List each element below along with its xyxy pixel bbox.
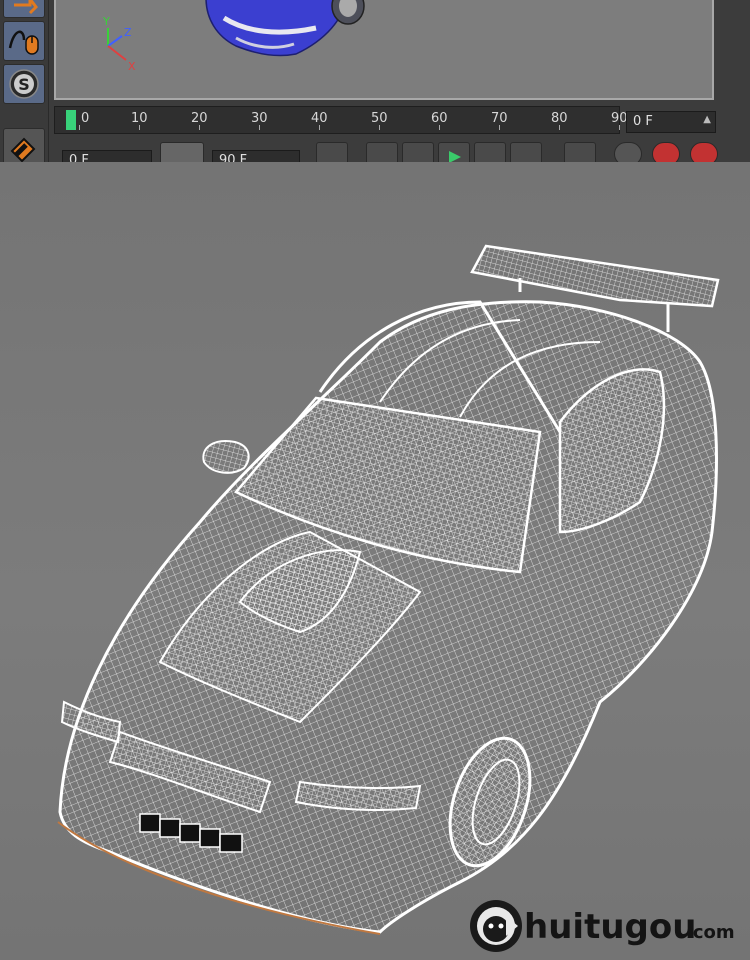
spline-tool-button[interactable] — [3, 21, 45, 61]
keyframe-lock-button[interactable] — [614, 142, 642, 162]
end-frame-field[interactable]: 90 F — [212, 150, 300, 162]
timeline-tick-label: 80 — [551, 111, 568, 126]
wireframe-render: huitugou .com — [0, 162, 750, 960]
timeline-tick — [79, 125, 80, 130]
axis-label-x: X — [128, 60, 136, 73]
current-frame-value: 0 F — [633, 114, 653, 129]
viewport-scene: Y Z X — [102, 0, 365, 73]
timeline-tick — [559, 125, 560, 130]
axis-gizmo: Y Z X — [102, 15, 136, 73]
watermark-logo: huitugou .com — [468, 898, 738, 954]
timeline-tick — [259, 125, 260, 130]
left-toolbar: S — [0, 0, 49, 162]
play-backward-button[interactable] — [402, 142, 434, 162]
loop-button[interactable] — [366, 142, 398, 162]
current-frame-field[interactable]: 0 F ▲ — [626, 111, 716, 133]
timeline-tick-label: 0 — [81, 111, 90, 126]
timeline-tick — [379, 125, 380, 130]
timeline-tick-label: 30 — [251, 111, 268, 126]
end-frame-value: 90 F — [219, 153, 248, 162]
start-frame-value: 0 F — [69, 153, 89, 162]
move-tool-button[interactable] — [3, 0, 45, 18]
timeline-ruler[interactable]: 0 10 20 30 40 50 60 70 80 90 — [54, 106, 628, 134]
timeline-tick-label: 70 — [491, 111, 508, 126]
next-frame-button[interactable] — [474, 142, 506, 162]
timeline-tick — [319, 125, 320, 130]
spline-mouse-icon — [8, 30, 39, 55]
range-slider-handle[interactable] — [160, 142, 204, 162]
goto-start-button[interactable] — [316, 142, 348, 162]
editor-viewport[interactable]: Y Z X — [54, 0, 714, 100]
c4d-editor-panel: S Y Z X 0 10 20 30 40 50 60 70 80 90 0 F… — [0, 0, 750, 162]
watermark-svg: huitugou .com — [470, 900, 735, 952]
goto-end-button[interactable] — [564, 142, 596, 162]
watermark-brand-text: huitugou — [524, 907, 696, 947]
wireframe-car — [57, 244, 720, 935]
magnet-tool-button[interactable] — [3, 128, 45, 162]
record-loop-button[interactable] — [510, 142, 542, 162]
move-icon — [14, 0, 38, 15]
axis-label-z: Z — [124, 26, 132, 39]
timeline-tick-label: 20 — [191, 111, 208, 126]
stepper-arrows-icon: ▲ — [703, 114, 711, 125]
snap-s-icon: S — [9, 69, 39, 99]
timeline-tick — [499, 125, 500, 130]
timeline-tick — [139, 125, 140, 130]
timeline-tick — [199, 125, 200, 130]
timeline-tick — [619, 125, 620, 130]
snap-tool-button[interactable]: S — [3, 64, 45, 104]
watermark-suffix-text: .com — [686, 922, 735, 943]
rear-spoiler — [470, 244, 720, 308]
magnet-icon — [10, 137, 36, 162]
timeline-tick-label: 10 — [131, 111, 148, 126]
start-frame-field[interactable]: 0 F — [62, 150, 152, 162]
timeline-tick-label: 40 — [311, 111, 328, 126]
playhead-marker[interactable] — [66, 110, 76, 130]
timeline-tick — [439, 125, 440, 130]
play-forward-button[interactable] — [438, 142, 470, 162]
timeline-tick-label: 50 — [371, 111, 388, 126]
play-icon — [449, 151, 461, 162]
timeline-tick-label: 60 — [431, 111, 448, 126]
svg-text:S: S — [18, 75, 30, 94]
axis-label-y: Y — [102, 15, 110, 28]
side-mirror — [202, 440, 250, 474]
record-button[interactable] — [652, 142, 680, 162]
autokey-button[interactable] — [690, 142, 718, 162]
